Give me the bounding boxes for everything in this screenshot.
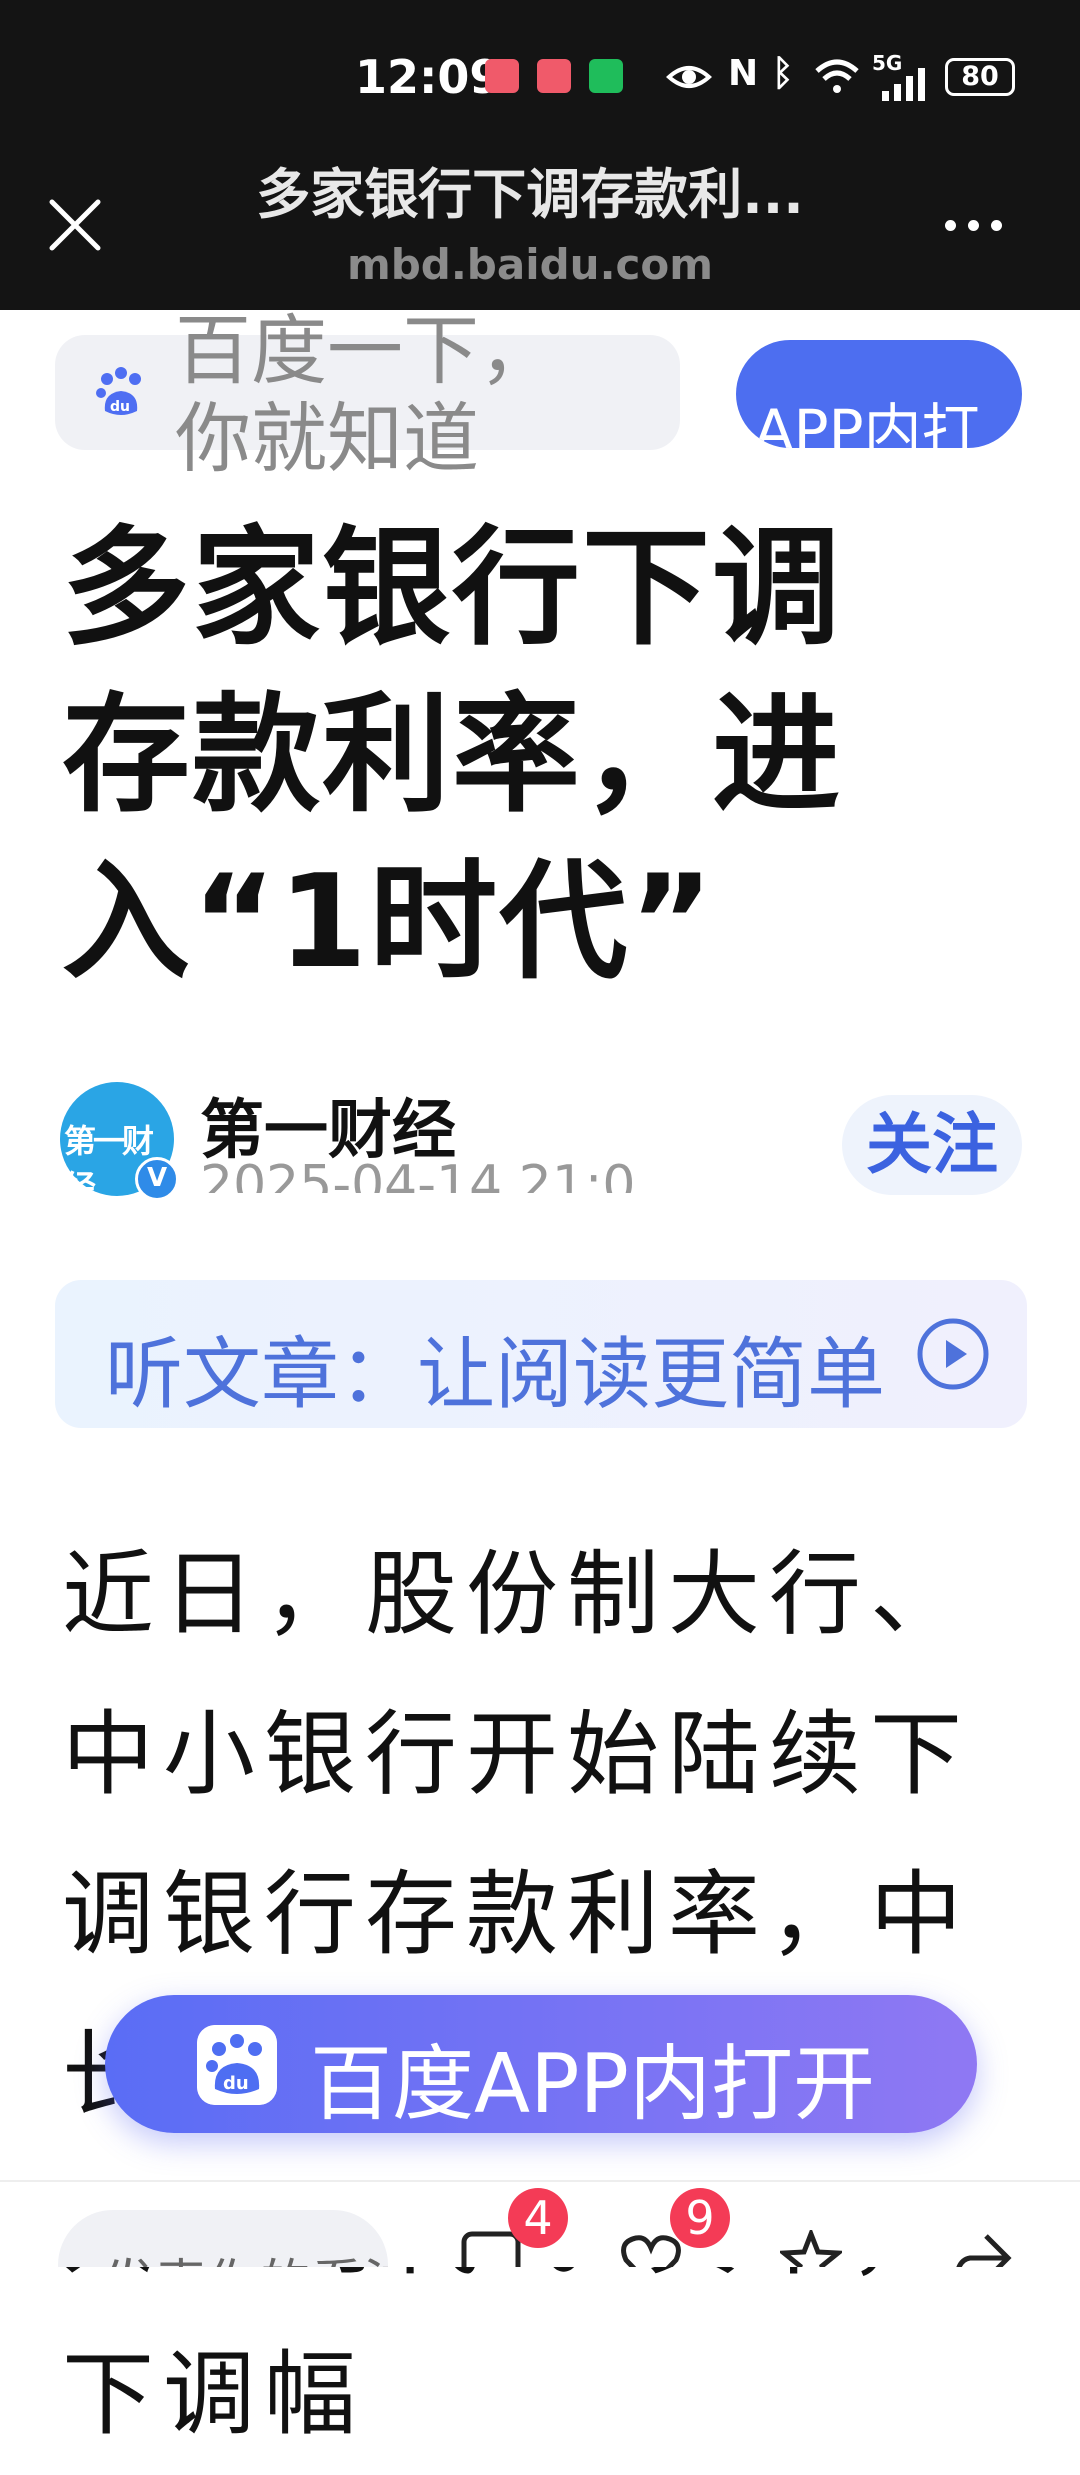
dot-icon bbox=[968, 219, 979, 231]
search-placeholder: 百度一下， 你就知道 bbox=[175, 306, 555, 483]
open-in-baidu-app-label: 百度APP内打开 bbox=[310, 2037, 875, 2132]
open-in-baidu-app-button[interactable]: du 百度APP内打开 bbox=[105, 1995, 977, 2133]
page-domain: mbd.baidu.com bbox=[346, 240, 714, 289]
like-count-badge: 9 bbox=[670, 2188, 730, 2248]
svg-text:du: du bbox=[223, 2073, 249, 2094]
open-in-app-button[interactable]: APP内打 bbox=[736, 340, 1022, 448]
svg-text:du: du bbox=[110, 399, 130, 415]
comment-placeholder: 发表你的看法 bbox=[103, 2242, 388, 2267]
search-box[interactable]: du 百度一下， 你就知道 bbox=[55, 307, 680, 483]
follow-button[interactable]: 关注 bbox=[842, 1095, 1022, 1195]
page-title: 多家银行下调存款利... bbox=[256, 163, 804, 226]
battery-indicator: 80 bbox=[945, 58, 1015, 96]
publish-date: 2025-04-14 21:0 bbox=[200, 1155, 636, 1193]
article-title: 多家银行下调存款利率，进入“1时代” bbox=[62, 514, 843, 997]
browser-top-bar: 12:09 N ᛒ 5G 80 多家银行下调存款利... mbd.baidu.c… bbox=[0, 0, 1080, 310]
notification-icon bbox=[537, 59, 571, 93]
baidu-logo-icon: du bbox=[96, 367, 141, 415]
status-bar: 12:09 N ᛒ 5G 80 bbox=[0, 45, 1080, 115]
share-icon[interactable] bbox=[950, 2230, 1012, 2267]
bluetooth-icon: ᛒ bbox=[772, 53, 794, 94]
like-icon[interactable] bbox=[620, 2230, 682, 2267]
listen-article-banner[interactable]: 听文章：让阅读更简单 bbox=[55, 1280, 1027, 1428]
author-info: 第一财经 2025-04-14 21:0 bbox=[200, 1075, 760, 1193]
more-menu-button[interactable] bbox=[945, 205, 1015, 245]
dot-icon bbox=[991, 219, 1002, 231]
comment-count-badge: 4 bbox=[508, 2188, 568, 2248]
close-icon[interactable] bbox=[40, 190, 110, 260]
status-time: 12:09 bbox=[355, 50, 502, 104]
play-icon[interactable] bbox=[915, 1316, 991, 1392]
wifi-icon bbox=[815, 59, 859, 93]
signal-icon bbox=[882, 68, 925, 101]
notification-icon bbox=[485, 59, 519, 93]
favorite-star-icon[interactable] bbox=[780, 2230, 842, 2267]
baidu-app-icon: du bbox=[197, 2025, 277, 2105]
nfc-icon: N bbox=[728, 53, 759, 94]
comment-input[interactable]: 发表你的看法 bbox=[58, 2210, 388, 2267]
listen-label: 听文章：让阅读更简单 bbox=[105, 1330, 886, 1420]
open-in-app-label: APP内打 bbox=[754, 397, 980, 448]
notification-icon bbox=[589, 59, 623, 93]
dot-icon bbox=[945, 219, 956, 231]
eye-icon bbox=[666, 66, 712, 88]
author-avatar[interactable]: 第一财经 V bbox=[60, 1082, 179, 1206]
verified-badge-icon: V bbox=[135, 1157, 179, 1201]
